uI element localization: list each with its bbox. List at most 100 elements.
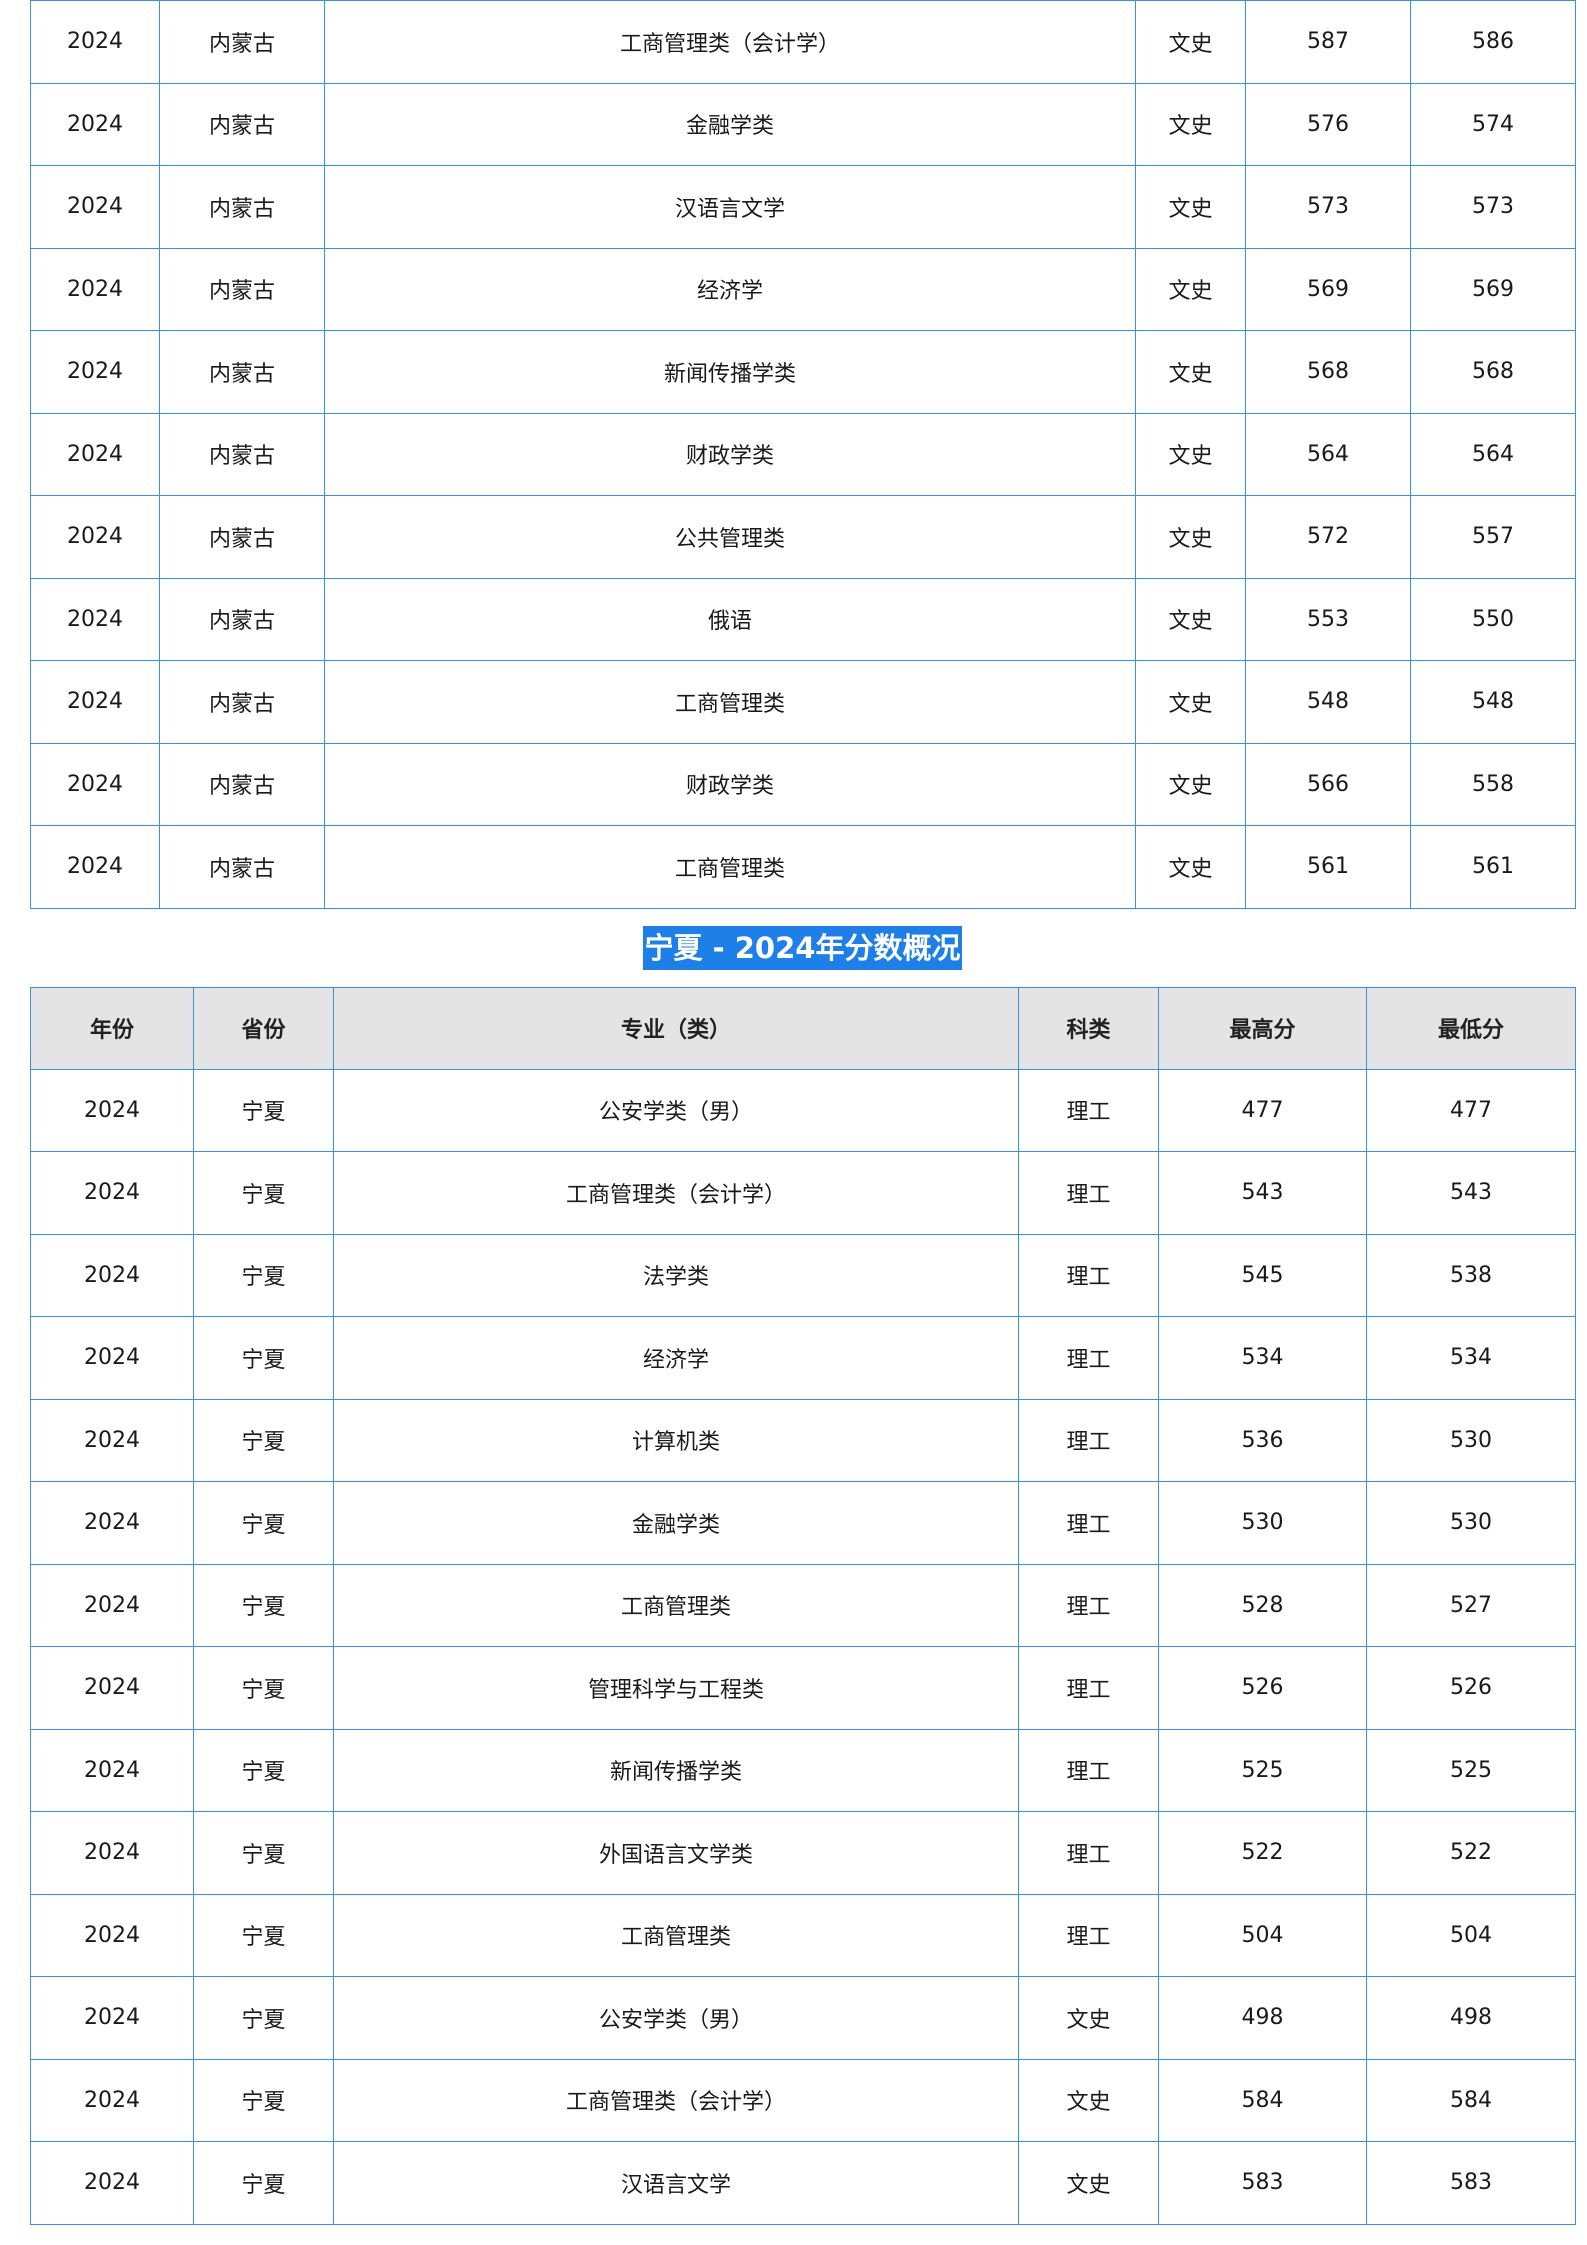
cell-category: 理工 <box>1018 1151 1159 1235</box>
cell-province: 内蒙古 <box>159 165 325 249</box>
cell-year: 2024 <box>30 1151 194 1235</box>
cell-min-score: 564 <box>1410 412 1576 496</box>
cell-category: 理工 <box>1018 1233 1159 1317</box>
cell-province: 内蒙古 <box>159 82 325 166</box>
cell-major: 公共管理类 <box>324 495 1136 579</box>
cell-max-score: 583 <box>1158 2141 1367 2225</box>
cell-max-score: 568 <box>1245 330 1411 414</box>
cell-year: 2024 <box>30 1563 194 1647</box>
cell-province: 宁夏 <box>193 1481 334 1565</box>
cell-major: 工商管理类（会计学） <box>333 1151 1019 1235</box>
cell-year: 2024 <box>30 2058 194 2142</box>
cell-province: 宁夏 <box>193 1151 334 1235</box>
table-row: 2024 宁夏 管理科学与工程类 理工 526 526 <box>30 1646 1576 1730</box>
cell-category: 文史 <box>1135 247 1246 331</box>
cell-major: 金融学类 <box>324 82 1136 166</box>
cell-max-score: 536 <box>1158 1398 1367 1482</box>
cell-min-score: 543 <box>1366 1151 1576 1235</box>
cell-province: 内蒙古 <box>159 577 325 661</box>
cell-province: 内蒙古 <box>159 495 325 579</box>
cell-max-score: 576 <box>1245 82 1411 166</box>
cell-max-score: 526 <box>1158 1646 1367 1730</box>
table-row: 2024 宁夏 经济学 理工 534 534 <box>30 1316 1576 1400</box>
cell-max-score: 561 <box>1245 825 1411 909</box>
cell-province: 宁夏 <box>193 1811 334 1895</box>
cell-major: 工商管理类 <box>333 1563 1019 1647</box>
cell-major: 新闻传播学类 <box>333 1728 1019 1812</box>
cell-min-score: 522 <box>1366 1811 1576 1895</box>
header-year: 年份 <box>30 986 194 1070</box>
cell-province: 内蒙古 <box>159 825 325 909</box>
cell-category: 文史 <box>1135 412 1246 496</box>
cell-max-score: 530 <box>1158 1481 1367 1565</box>
cell-province: 宁夏 <box>193 2141 334 2225</box>
table-row: 2024 宁夏 金融学类 理工 530 530 <box>30 1481 1576 1565</box>
cell-min-score: 586 <box>1410 0 1576 84</box>
cell-min-score: 574 <box>1410 82 1576 166</box>
cell-province: 宁夏 <box>193 1893 334 1977</box>
cell-max-score: 572 <box>1245 495 1411 579</box>
cell-province: 宁夏 <box>193 2058 334 2142</box>
cell-major: 公安学类（男） <box>333 1068 1019 1152</box>
table-row: 2024 宁夏 工商管理类 理工 528 527 <box>30 1563 1576 1647</box>
score-table-body: 2024 宁夏 公安学类（男） 理工 477 477 2024 宁夏 工商管理类（会计学） 理工 5… <box>30 1068 1576 2225</box>
cell-category: 文史 <box>1135 0 1246 84</box>
cell-major: 法学类 <box>333 1233 1019 1317</box>
cell-year: 2024 <box>30 0 160 84</box>
cell-major: 工商管理类（会计学） <box>324 0 1136 84</box>
cell-min-score: 584 <box>1366 2058 1576 2142</box>
table-row: 2024 内蒙古 汉语言文学 文史 573 573 <box>30 165 1576 249</box>
cell-max-score: 548 <box>1245 660 1411 744</box>
cell-year: 2024 <box>30 1481 194 1565</box>
cell-category: 文史 <box>1135 660 1246 744</box>
page-content: 2024 内蒙古 工商管理类（会计学） 文史 587 586 2024 内蒙古 金融学类 文史 57… <box>30 0 1576 2225</box>
cell-major: 公安学类（男） <box>333 1976 1019 2060</box>
cell-province: 内蒙古 <box>159 742 325 826</box>
cell-year: 2024 <box>30 1811 194 1895</box>
cell-category: 文史 <box>1135 82 1246 166</box>
table-row: 2024 内蒙古 工商管理类 文史 548 548 <box>30 660 1576 744</box>
cell-min-score: 530 <box>1366 1398 1576 1482</box>
cell-min-score: 530 <box>1366 1481 1576 1565</box>
cell-category: 理工 <box>1018 1811 1159 1895</box>
cell-year: 2024 <box>30 825 160 909</box>
cell-category: 文史 <box>1135 742 1246 826</box>
cell-province: 宁夏 <box>193 1563 334 1647</box>
cell-min-score: 573 <box>1410 165 1576 249</box>
cell-max-score: 564 <box>1245 412 1411 496</box>
cell-max-score: 569 <box>1245 247 1411 331</box>
table-row: 2024 宁夏 公安学类（男） 文史 498 498 <box>30 1976 1576 2060</box>
cell-min-score: 548 <box>1410 660 1576 744</box>
cell-year: 2024 <box>30 1068 194 1152</box>
cell-year: 2024 <box>30 247 160 331</box>
cell-major: 管理科学与工程类 <box>333 1646 1019 1730</box>
cell-max-score: 584 <box>1158 2058 1367 2142</box>
table-row: 2024 内蒙古 财政学类 文史 564 564 <box>30 412 1576 496</box>
cell-major: 经济学 <box>333 1316 1019 1400</box>
cell-min-score: 534 <box>1366 1316 1576 1400</box>
cell-major: 汉语言文学 <box>333 2141 1019 2225</box>
cell-province: 内蒙古 <box>159 247 325 331</box>
cell-year: 2024 <box>30 412 160 496</box>
cell-year: 2024 <box>30 165 160 249</box>
cell-province: 宁夏 <box>193 1728 334 1812</box>
cell-year: 2024 <box>30 330 160 414</box>
header-category: 科类 <box>1018 986 1159 1070</box>
cell-max-score: 498 <box>1158 1976 1367 2060</box>
cell-major: 工商管理类（会计学） <box>333 2058 1019 2142</box>
header-max-score: 最高分 <box>1158 986 1367 1070</box>
cell-category: 理工 <box>1018 1068 1159 1152</box>
table-row: 2024 宁夏 法学类 理工 545 538 <box>30 1233 1576 1317</box>
table-row: 2024 宁夏 工商管理类 理工 504 504 <box>30 1893 1576 1977</box>
cell-max-score: 477 <box>1158 1068 1367 1152</box>
cell-major: 工商管理类 <box>324 825 1136 909</box>
cell-max-score: 504 <box>1158 1893 1367 1977</box>
cell-major: 计算机类 <box>333 1398 1019 1482</box>
table-row: 2024 内蒙古 金融学类 文史 576 574 <box>30 82 1576 166</box>
cell-province: 宁夏 <box>193 1976 334 2060</box>
cell-major: 外国语言文学类 <box>333 1811 1019 1895</box>
cell-max-score: 587 <box>1245 0 1411 84</box>
score-table-ningxia: 年份 省份 专业（类） 科类 最高分 最低分 2024 宁夏 公安学类（男） 理工 47… <box>30 986 1576 2225</box>
cell-max-score: 573 <box>1245 165 1411 249</box>
cell-province: 宁夏 <box>193 1646 334 1730</box>
